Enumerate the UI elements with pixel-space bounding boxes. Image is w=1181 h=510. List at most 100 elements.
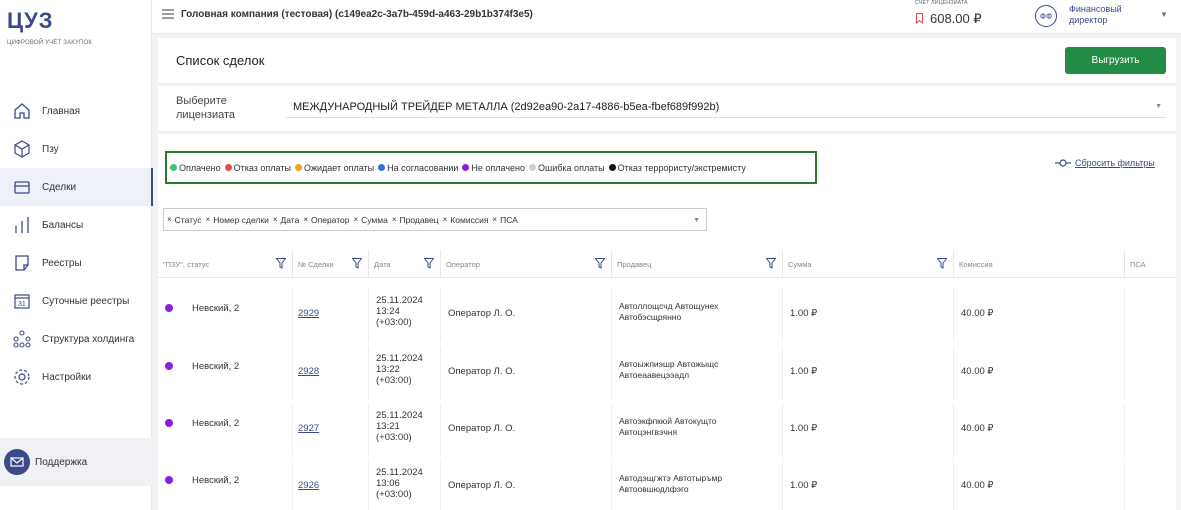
menu-icon[interactable] [162,9,174,19]
cell-psa [1125,460,1176,510]
avatar[interactable]: ФФ [1035,5,1057,27]
sidebar-item-holding-structure[interactable]: Структура холдинга [0,320,152,358]
deal-timezone: (+03:00) [376,489,412,500]
deal-timezone: (+03:00) [376,432,412,443]
filter-icon[interactable] [766,258,776,269]
account-balance: 608.00 ₽ [930,11,982,26]
column-label: Комиссия [959,259,993,269]
close-icon[interactable]: × [353,215,358,224]
sidebar-item-home[interactable]: Главная [0,92,152,130]
deal-number-link[interactable]: 2927 [298,423,319,434]
reset-filters-label: Сбросить фильтры [1075,158,1155,168]
sidebar-item-registries[interactable]: Реестры [0,244,152,282]
page-header: Список сделок Выгрузить [158,38,1176,83]
sidebar-nav: Главная Пзу Сделки Балансы Реестры 31 Су… [0,92,153,396]
status-dot [608,164,616,171]
user-role[interactable]: Финансовый директор [1069,4,1139,26]
sidebar-item-label: Сделки [42,181,77,193]
export-button[interactable]: Выгрузить [1065,47,1166,74]
filter-icon[interactable] [352,258,362,269]
close-icon[interactable]: × [392,215,397,224]
deal-number-link[interactable]: 2928 [298,366,319,377]
chip-date[interactable]: × Дата [273,215,300,225]
column-header-sum[interactable]: Сумма [783,250,954,278]
seller-name: Автоллощсчд Автощунех Автобэсщрянно [619,301,779,323]
deal-number-link[interactable]: 2929 [298,308,319,319]
cell-sum: 1.00 ₽ [783,288,954,342]
deal-commission: 40.00 ₽ [961,366,994,377]
cell-operator: Оператор Л. О. [441,460,612,510]
column-header-pzu-status[interactable]: "ПЗУ", статус [158,250,293,278]
close-icon[interactable]: × [492,215,497,224]
table-row[interactable]: Невский, 2 2926 25.11.2024 13:06 (+03:00) … [158,460,1176,510]
legend-awaiting-payment[interactable]: Ожидает оплаты [294,162,375,173]
legend-payment-refused[interactable]: Отказ оплаты [224,163,291,173]
chevron-down-icon: ▼ [1155,103,1162,110]
licensee-select[interactable]: МЕЖДУНАРОДНЫЙ ТРЕЙДЕР МЕТАЛЛА (2d92ea90-… [286,94,1166,118]
seller-line: Автоллощсчд Автощунех [619,301,719,311]
close-icon[interactable]: × [167,215,172,224]
sidebar-item-settings[interactable]: Настройки [0,358,152,396]
cell-psa [1125,288,1176,342]
legend-not-paid[interactable]: Не оплачено [462,163,525,173]
sidebar-item-balances[interactable]: Балансы [0,206,152,244]
seller-line: Автобэсщрянно [619,312,682,322]
chip-psa[interactable]: × ПСА [492,215,517,225]
legend-under-approval[interactable]: На согласовании [378,163,458,173]
deal-date: 25.11.2024 [376,353,423,364]
column-header-seller[interactable]: Продавец [612,250,783,278]
chip-seller[interactable]: × Продавец [392,215,439,225]
filter-icon[interactable] [937,258,947,269]
operator-name: Оператор Л. О. [448,308,516,319]
reset-filters-button[interactable]: Сбросить фильтры [1055,158,1155,168]
deal-number-link[interactable]: 2926 [298,480,319,491]
column-header-operator[interactable]: Оператор [441,250,612,278]
column-header-psa[interactable]: ПСА [1125,250,1176,278]
close-icon[interactable]: × [443,215,448,224]
column-label: Оператор [446,259,480,269]
chip-status[interactable]: × Статус [167,215,202,225]
deal-datetime: 25.11.2024 13:24 (+03:00) [376,295,436,328]
chip-commission[interactable]: × Комиссия [443,215,489,225]
close-icon[interactable]: × [206,215,211,224]
filter-icon[interactable] [424,258,434,269]
support-button[interactable]: Поддержка [0,438,152,486]
table-row[interactable]: Невский, 2 2929 25.11.2024 13:24 (+03:00) … [158,288,1176,342]
filter-icon[interactable] [276,258,286,269]
chip-label: Оператор [311,214,350,225]
chevron-down-icon[interactable]: ▼ [1160,10,1168,19]
pzu-name: Невский, 2 [192,303,240,314]
sidebar-item-pzu[interactable]: Пзу [0,130,152,168]
close-icon[interactable]: × [303,215,308,224]
column-header-date[interactable]: Дата [369,250,441,278]
chip-deal-number[interactable]: × Номер сделки [206,215,269,225]
column-chips[interactable]: × Статус × Номер сделки × Дата × Оператор × С… [163,208,707,231]
deal-datetime: 25.11.2024 13:22 (+03:00) [376,353,436,386]
column-header-deal-number[interactable]: № Сделки [293,250,369,278]
table-row[interactable]: Невский, 2 2927 25.11.2024 13:21 (+03:00) … [158,403,1176,457]
table-header: "ПЗУ", статус № Сделки Дата Оператор Про… [158,250,1176,278]
chip-label: Номер сделки [213,214,269,225]
filter-icon[interactable] [595,258,605,269]
legend-label: Отказ террористу/экстремисту [617,162,746,173]
deal-sum: 1.00 ₽ [790,480,818,491]
legend-paid[interactable]: Оплачено [170,163,221,173]
chevron-down-icon[interactable]: ▼ [693,217,700,224]
chip-label: Дата [280,214,300,225]
legend-label: Ожидает оплаты [303,162,375,173]
pzu-name: Невский, 2 [192,418,240,429]
chip-label: Сумма [361,214,388,225]
chip-sum[interactable]: × Сумма [353,215,387,225]
chip-operator[interactable]: × Оператор [303,215,349,225]
sidebar: ЦУЗ ЦИФРОВОЙ УЧЁТ ЗАКУПОК Главная Пзу Сд… [0,0,153,510]
legend-payment-error[interactable]: Ошибка оплаты [529,163,605,173]
status-dot [165,362,173,370]
close-icon[interactable]: × [273,215,278,224]
legend-terrorist-refusal[interactable]: Отказ террористу/экстремисту [608,162,746,173]
sidebar-item-deals[interactable]: Сделки [0,168,153,206]
deal-date: 25.11.2024 [376,295,423,306]
sidebar-item-label: Структура холдинга [42,333,135,345]
sidebar-item-daily-registries[interactable]: 31 Суточные реестры [0,282,152,320]
table-row[interactable]: Невский, 2 2928 25.11.2024 13:22 (+03:00) … [158,346,1176,400]
column-header-commission[interactable]: Комиссия [954,250,1125,278]
